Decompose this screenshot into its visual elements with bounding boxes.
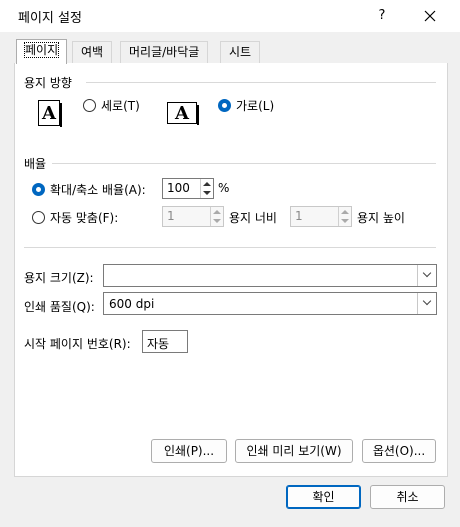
landscape-page-icon: A <box>167 102 199 125</box>
first-page-number-input[interactable]: 자동 <box>142 330 188 353</box>
print-button[interactable]: 인쇄(P)... <box>151 439 227 463</box>
print-quality-label: 인쇄 품질(Q): <box>24 300 95 314</box>
first-page-number-value: 자동 <box>147 337 170 351</box>
close-icon <box>424 10 436 22</box>
orientation-heading: 용지 방향 <box>24 76 72 90</box>
scaling-heading: 배율 <box>24 157 47 171</box>
fit-tall-spinner[interactable]: 1 <box>290 206 352 227</box>
tab-margins-label: 여백 <box>81 45 104 59</box>
adjust-to-spin-arrows[interactable] <box>200 179 213 198</box>
ok-button[interactable]: 확인 <box>286 485 361 509</box>
tab-margins[interactable]: 여백 <box>72 41 113 63</box>
tab-sheet[interactable]: 시트 <box>220 41 261 63</box>
fit-to-radio[interactable] <box>32 211 45 224</box>
fit-wide-value: 1 <box>167 209 175 223</box>
portrait-page-icon: A <box>38 100 62 127</box>
fit-tall-value: 1 <box>295 209 303 223</box>
adjust-to-value: 100 <box>167 181 190 195</box>
tab-page-label: 페이지 <box>23 42 60 58</box>
spin-up-icon[interactable] <box>203 182 211 186</box>
portrait-radio-label[interactable]: 세로(T) <box>101 97 140 114</box>
options-button[interactable]: 옵션(O)... <box>362 439 436 463</box>
spin-down-icon[interactable] <box>203 191 211 195</box>
print-quality-dropdown[interactable] <box>417 293 436 314</box>
section-divider <box>24 247 436 248</box>
tab-header-footer-label: 머리글/바닥글 <box>129 45 200 59</box>
fit-wide-spin-arrows[interactable] <box>210 207 223 226</box>
paper-size-label: 용지 크기(Z): <box>24 271 94 285</box>
print-preview-button[interactable]: 인쇄 미리 보기(W) <box>235 439 353 463</box>
spin-down-icon[interactable] <box>341 219 349 223</box>
spin-up-icon[interactable] <box>341 210 349 214</box>
adjust-to-label[interactable]: 확대/축소 배율(A): <box>50 181 146 198</box>
chevron-down-icon <box>422 268 432 278</box>
paper-size-dropdown[interactable] <box>417 265 436 286</box>
landscape-radio[interactable] <box>218 99 231 112</box>
chevron-down-icon <box>422 296 432 306</box>
spin-up-icon[interactable] <box>213 210 221 214</box>
scaling-divider <box>52 163 436 164</box>
dialog-title: 페이지 설정 <box>18 11 82 26</box>
orientation-divider <box>86 82 436 83</box>
print-quality-combo[interactable]: 600 dpi <box>103 292 437 315</box>
fit-tall-label: 용지 높이 <box>357 211 405 225</box>
fit-wide-label: 용지 너비 <box>229 211 277 225</box>
adjust-to-radio[interactable] <box>32 183 45 196</box>
first-page-number-label: 시작 페이지 번호(R): <box>24 337 131 351</box>
cancel-button[interactable]: 취소 <box>370 485 445 509</box>
spin-down-icon[interactable] <box>213 219 221 223</box>
paper-size-combo[interactable] <box>103 264 437 287</box>
close-button[interactable] <box>416 4 444 28</box>
fit-to-label[interactable]: 자동 맞춤(F): <box>50 209 118 226</box>
portrait-radio[interactable] <box>83 99 96 112</box>
print-quality-value: 600 dpi <box>109 297 155 311</box>
adjust-to-spinner[interactable]: 100 <box>162 178 214 199</box>
tab-page[interactable]: 페이지 <box>16 39 68 64</box>
help-button[interactable]: ? <box>370 4 394 28</box>
tab-header-footer[interactable]: 머리글/바닥글 <box>120 41 209 63</box>
landscape-radio-label[interactable]: 가로(L) <box>236 97 274 114</box>
fit-wide-spinner[interactable]: 1 <box>162 206 224 227</box>
tab-sheet-label: 시트 <box>229 45 252 59</box>
percent-sign: % <box>218 181 230 195</box>
fit-tall-spin-arrows[interactable] <box>338 207 351 226</box>
